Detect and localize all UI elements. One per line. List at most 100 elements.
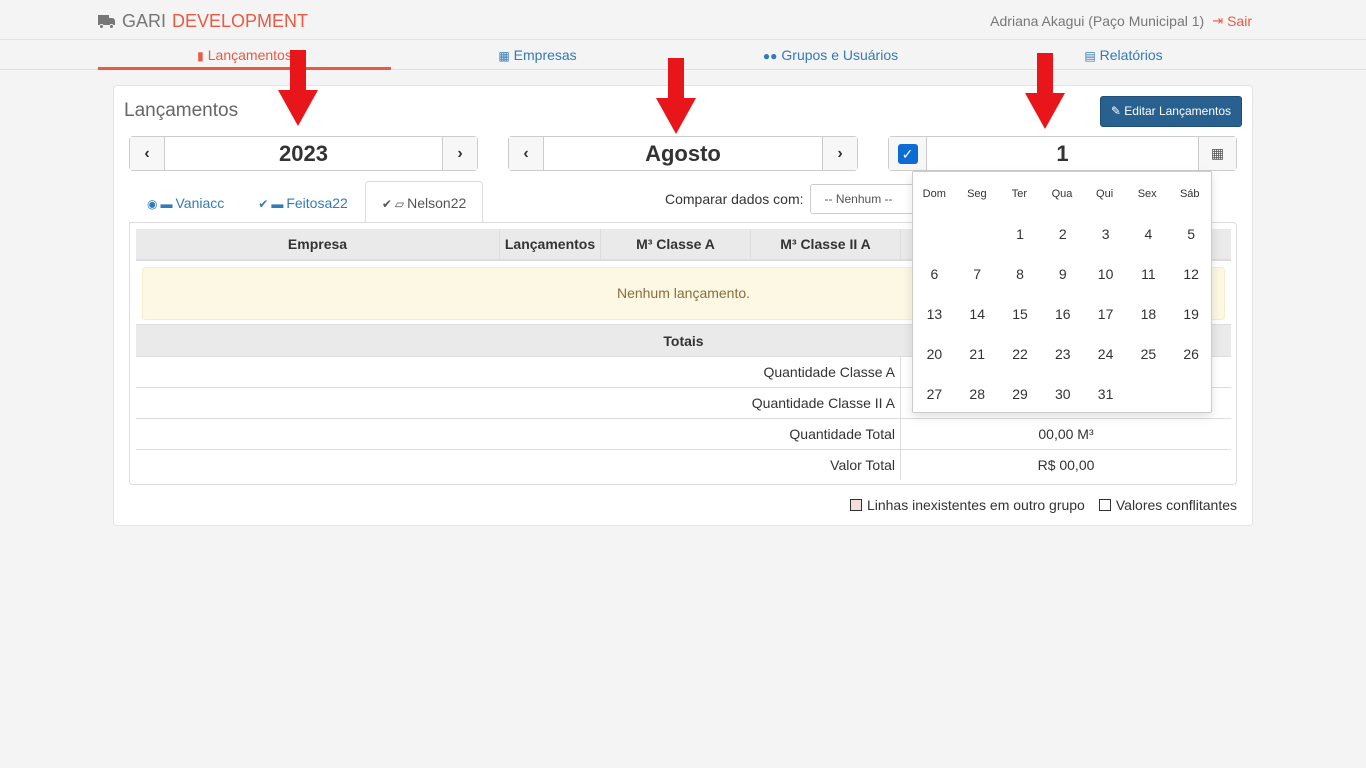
tab-nelson22[interactable]: ✔ ▱ Nelson22 [364,181,484,223]
calendar-day[interactable]: 15 [999,294,1042,334]
calendar-day[interactable]: 3 [1084,214,1127,254]
nav-item-lancamentos[interactable]: ▮ Lançamentos [98,41,391,70]
weekday-label: Sáb [1179,188,1200,200]
compare-label: Comparar dados com: [665,191,804,207]
nav-item-empresas[interactable]: ▦ Empresas [391,41,684,70]
tab-label: Vaniacc [175,195,225,211]
column-header-lancamentos[interactable]: Lançamentos [500,229,601,259]
chevron-right-icon: › [457,144,463,162]
tab-label: Feitosa22 [286,195,348,211]
year-stepper: ‹ 2023 › [129,136,478,171]
day-input[interactable]: 1 [927,137,1198,170]
compare-select[interactable]: -- Nenhum -- [809,184,920,214]
calendar-day[interactable]: 4 [1127,214,1170,254]
calendar-day[interactable]: 11 [1127,254,1170,294]
check-icon: ✔ [381,197,392,211]
calendar-icon: ▦ [1210,145,1225,161]
logout-label: Sair [1227,13,1252,29]
empty-day-cell [956,214,999,254]
year-prev-button[interactable]: ‹ [130,137,165,170]
day-toggle-checkbox[interactable]: ✓ [889,137,927,170]
weekday-label: Qui [1096,188,1114,200]
weekday-label: Ter [1011,188,1028,200]
calendar-day[interactable]: 27 [913,374,956,414]
top-bar: GARI DEVELOPMENT Adriana Akagui (Paço Mu… [0,0,1366,40]
edit-button-label: Editar Lançamentos [1124,104,1231,118]
calendar-day[interactable]: 22 [999,334,1042,374]
column-header-m3-classe-a[interactable]: M³ Classe A [601,229,751,259]
table-row: Quantidade Total 00,00 M³ [136,418,1231,449]
calendar-day[interactable]: 8 [999,254,1042,294]
calendar-day[interactable]: 20 [913,334,956,374]
calendar-day[interactable]: 18 [1127,294,1170,334]
total-label: Valor Total [136,450,901,480]
nav-item-label: Empresas [513,47,577,63]
calendar-day[interactable]: 21 [956,334,999,374]
legend-label: Valores conflitantes [1115,497,1237,513]
edit-icon: ✎ [1110,104,1121,118]
month-next-button[interactable]: › [822,137,857,170]
calendar-day[interactable]: 14 [956,294,999,334]
file-text-icon: ▤ [1084,49,1096,63]
legend-missing-lines: Linhas inexistentes em outro grupo [849,497,1085,513]
column-header-empresa[interactable]: Empresa [136,229,500,259]
chevron-right-icon: › [837,144,843,162]
calendar-day[interactable]: 5 [1170,214,1213,254]
calendar-day[interactable]: 1 [999,214,1042,254]
weekday-label: Sex [1137,188,1157,200]
datepicker-days: 1 2 3 4 5 6 7 8 9 10 11 12 13 14 15 16 17 18 19 20 21 22 23 24 2… [913,214,1211,414]
calendar-day[interactable]: 2 [1041,214,1084,254]
edit-lancamentos-button[interactable]: ✎ Editar Lançamentos [1099,96,1242,127]
calendar-day[interactable]: 7 [956,254,999,294]
tab-feitosa22[interactable]: ✔ ▬ Feitosa22 [241,181,365,223]
table-row: Valor Total R$ 00,00 [136,449,1231,480]
month-stepper: ‹ Agosto › [508,136,858,171]
calendar-day[interactable]: 16 [1041,294,1084,334]
page-title: Lançamentos [124,100,239,121]
calendar-day[interactable]: 17 [1084,294,1127,334]
check-icon: ✔ [258,197,269,211]
column-header-m3-classe-ii-a[interactable]: M³ Classe II A [751,229,901,259]
calendar-day[interactable]: 31 [1084,374,1127,414]
logout-link[interactable]: ⇥ Sair [1212,13,1252,29]
calendar-day[interactable]: 29 [999,374,1042,414]
folder-icon: ▬ [271,197,284,211]
chevron-left-icon: ‹ [144,144,150,162]
year-next-button[interactable]: › [442,137,477,170]
calendar-day[interactable]: 19 [1170,294,1213,334]
group-tabs: ◉ ▬ Vaniacc ✔ ▬ Feitosa22 ✔ ▱ Nelson22 [130,181,484,223]
total-label: Quantidade Total [136,419,901,449]
nav-item-grupos-usuarios[interactable]: ●● Grupos e Usuários [684,41,977,70]
folder-open-icon: ▱ [394,197,405,211]
calendar-day[interactable]: 9 [1041,254,1084,294]
calendar-day[interactable]: 25 [1127,334,1170,374]
legend-label: Linhas inexistentes em outro grupo [866,497,1085,513]
tab-vaniacc[interactable]: ◉ ▬ Vaniacc [130,181,241,223]
nav-item-label: Relatórios [1099,47,1163,63]
calendar-day[interactable]: 28 [956,374,999,414]
building-icon: ▦ [498,49,510,63]
calendar-button[interactable]: ▦ [1198,137,1236,170]
weekday-label: Dom [922,188,946,200]
calendar-day[interactable]: 23 [1041,334,1084,374]
weekday-label: Qua [1051,188,1073,200]
sign-out-icon: ⇥ [1212,13,1224,28]
brand-logo[interactable]: GARI DEVELOPMENT [98,11,308,32]
month-value: Agosto [645,141,721,166]
chevron-left-icon: ‹ [523,144,529,162]
calendar-day[interactable]: 30 [1041,374,1084,414]
total-label: Quantidade Classe II A [136,388,901,418]
legend-swatch [849,499,862,511]
calendar-day[interactable]: 26 [1170,334,1213,374]
user-circle-icon: ◉ [147,197,158,211]
calendar-day[interactable]: 10 [1084,254,1127,294]
nav-item-relatorios[interactable]: ▤ Relatórios [977,41,1270,70]
calendar-day[interactable]: 12 [1170,254,1213,294]
weekday-label: Seg [967,188,987,200]
calendar-day[interactable]: 24 [1084,334,1127,374]
table-legend: Linhas inexistentes em outro grupo Valor… [849,497,1237,513]
month-prev-button[interactable]: ‹ [509,137,544,170]
datepicker-popup: Dom Seg Ter Qua Qui Sex Sáb 1 2 3 4 5 6 7 8 9 10 11 12 13 1… [912,171,1212,413]
calendar-day[interactable]: 13 [913,294,956,334]
calendar-day[interactable]: 6 [913,254,956,294]
